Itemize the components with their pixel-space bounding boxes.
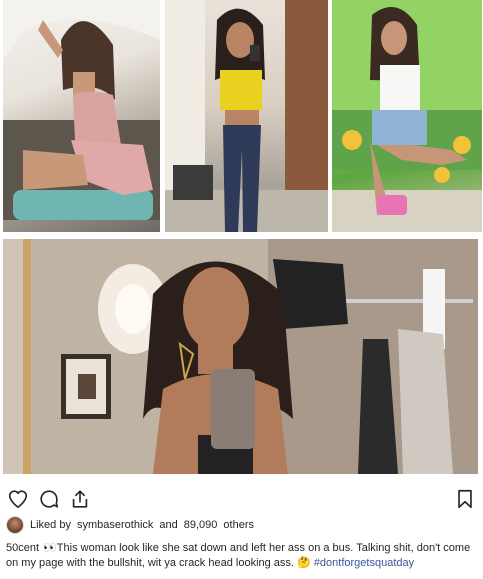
caption-hashtag[interactable]: #dontforgetsquatday — [314, 557, 414, 569]
heart-outline-icon — [8, 490, 28, 509]
collage-photo-left — [3, 0, 160, 232]
likes-count[interactable]: 89,090 — [184, 519, 218, 531]
likes-prefix: Liked by — [30, 519, 71, 531]
comment-bubble-icon — [40, 490, 59, 508]
thinking-emoji: 🤔 — [297, 557, 311, 569]
caption-username[interactable]: 50cent — [6, 542, 39, 554]
likes-connector: and — [159, 519, 178, 531]
like-button[interactable] — [5, 486, 31, 512]
share-button[interactable] — [67, 486, 93, 512]
save-button[interactable] — [452, 486, 478, 512]
collage-photo-middle — [165, 0, 328, 232]
instagram-post: Liked by symbaserothick and 89,090 other… — [0, 0, 483, 579]
comment-button[interactable] — [36, 486, 62, 512]
likes-suffix: others — [223, 519, 254, 531]
eyes-emoji: 👀 — [43, 542, 57, 554]
bookmark-icon — [458, 489, 472, 509]
likes-summary: Liked by symbaserothick and 89,090 other… — [6, 515, 254, 535]
post-image-collage[interactable] — [3, 0, 482, 232]
collage-photo-right — [332, 0, 482, 232]
share-upload-icon — [72, 490, 88, 508]
liker-username[interactable]: symbaserothick — [77, 519, 153, 531]
post-caption: 50cent 👀This woman look like she sat dow… — [6, 541, 478, 571]
liker-avatar[interactable] — [6, 516, 24, 534]
post-image-selfie[interactable] — [3, 239, 478, 474]
post-action-bar — [0, 486, 483, 514]
